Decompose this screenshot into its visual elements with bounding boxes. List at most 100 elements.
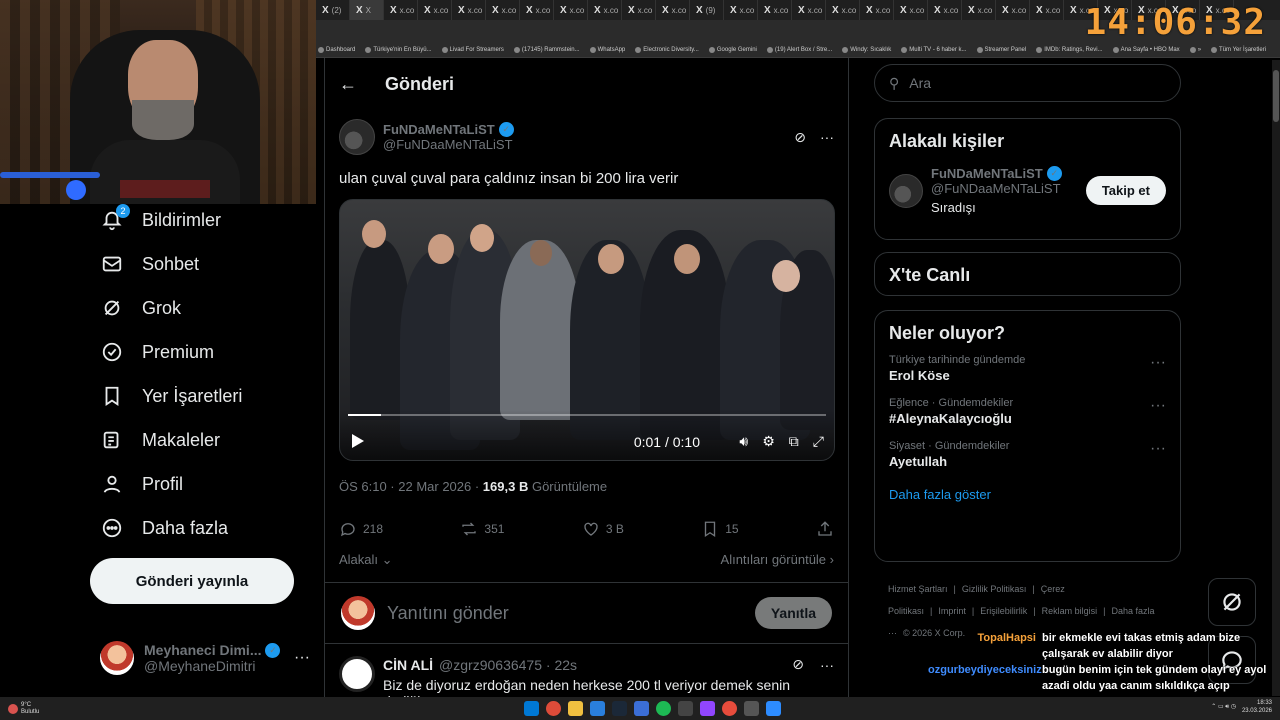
start-icon[interactable] bbox=[524, 701, 539, 716]
nav-bookmarks[interactable]: Yer İşaretleri bbox=[100, 384, 242, 408]
browser-tab[interactable]: Xx.co bbox=[724, 0, 758, 20]
browser-tab[interactable]: Xx.co bbox=[1030, 0, 1064, 20]
nav-notifications[interactable]: 2 Bildirimler bbox=[100, 204, 221, 232]
app-icon[interactable] bbox=[744, 701, 759, 716]
browser-tab[interactable]: Xx.co bbox=[928, 0, 962, 20]
app-icon[interactable] bbox=[678, 701, 693, 716]
app-icon[interactable] bbox=[766, 701, 781, 716]
related-dropdown[interactable]: Alakalı ⌄ bbox=[339, 552, 393, 568]
author-name[interactable]: FuNDaMeNTaLiST bbox=[383, 122, 495, 137]
follow-button[interactable]: Takip et bbox=[1085, 176, 1166, 205]
bookmark-item[interactable]: Streamer Panel bbox=[976, 46, 1026, 53]
bookmark-item[interactable]: Multi TV - 6 haber k... bbox=[901, 46, 967, 53]
app-icon[interactable] bbox=[590, 701, 605, 716]
footer-link[interactable]: Hizmet Şartları bbox=[888, 584, 948, 594]
play-icon[interactable] bbox=[352, 434, 364, 448]
page-scrollbar[interactable] bbox=[1272, 60, 1280, 696]
browser-tab[interactable]: Xx.co bbox=[588, 0, 622, 20]
grok-fab-button[interactable] bbox=[1208, 578, 1256, 626]
tray-date[interactable]: 23.03.2026 bbox=[1242, 708, 1272, 714]
reply-tweet[interactable]: CİN ALİ @zgrz90636475 · 22s ⊘ ··· Biz de… bbox=[325, 644, 848, 698]
post-button[interactable]: Gönderi yayınla bbox=[90, 558, 294, 604]
app-icon[interactable] bbox=[722, 701, 737, 716]
like-button[interactable]: 3 B bbox=[582, 520, 624, 538]
footer-link[interactable]: Erişilebilirlik bbox=[980, 606, 1027, 616]
author-handle[interactable]: @FuNDaaMeNTaLiST bbox=[383, 137, 514, 152]
browser-tab[interactable]: Xx.co bbox=[622, 0, 656, 20]
avatar[interactable] bbox=[339, 119, 375, 155]
nav-premium[interactable]: Premium bbox=[100, 340, 214, 364]
bookmark-button[interactable]: 15 bbox=[701, 520, 739, 538]
bookmark-item[interactable]: Ana Sayfa • HBO Max bbox=[1112, 46, 1180, 53]
bookmark-item[interactable]: IMDb: Ratings, Revi... bbox=[1036, 46, 1103, 53]
bookmark-item[interactable]: Windy: Sıcaklık bbox=[842, 46, 891, 53]
bookmark-item[interactable]: WhatsApp bbox=[589, 46, 625, 53]
browser-tab[interactable]: Xx.co bbox=[894, 0, 928, 20]
twitch-icon[interactable] bbox=[700, 701, 715, 716]
person-name[interactable]: FuNDaMeNTaLiST bbox=[931, 166, 1043, 181]
browser-tab[interactable]: Xx.co bbox=[656, 0, 690, 20]
footer-link[interactable]: Reklam bilgisi bbox=[1042, 606, 1098, 616]
bookmark-item[interactable]: Google Gemini bbox=[708, 46, 757, 53]
browser-tab[interactable]: Xx.co bbox=[452, 0, 486, 20]
browser-tab[interactable]: Xx.co bbox=[758, 0, 792, 20]
tray-icons[interactable]: ⌃ ▭ 🔊︎ ◷ bbox=[1211, 703, 1236, 711]
person-handle[interactable]: @FuNDaaMeNTaLiST bbox=[931, 181, 1062, 196]
account-switcher[interactable]: Meyhaneci Dimi... ✓ @MeyhaneDimitri ··· bbox=[100, 636, 310, 680]
nav-chat[interactable]: Sohbet bbox=[100, 252, 199, 276]
reply-input[interactable]: Yanıtını gönder bbox=[387, 603, 509, 624]
chrome-icon[interactable] bbox=[546, 701, 561, 716]
video-progress-bar[interactable] bbox=[348, 414, 826, 416]
browser-tab[interactable]: Xx.co bbox=[554, 0, 588, 20]
bookmark-item[interactable]: Dashboard bbox=[318, 46, 355, 53]
view-quotes-link[interactable]: Alıntıları görüntüle › bbox=[721, 552, 834, 568]
repost-button[interactable]: 351 bbox=[460, 520, 504, 538]
nav-more[interactable]: Daha fazla bbox=[100, 516, 228, 540]
more-dots-icon[interactable]: ··· bbox=[1150, 354, 1166, 372]
bookmark-item[interactable]: (17145) Rammstein... bbox=[513, 46, 580, 53]
trend-item[interactable]: Siyaset · Gündemdekiler Ayetullah ··· bbox=[875, 430, 1180, 473]
bookmark-item[interactable]: Türkiye'nin En Büyü... bbox=[365, 46, 432, 53]
browser-tab[interactable]: Xx.co bbox=[860, 0, 894, 20]
pip-icon[interactable]: ⧉ bbox=[789, 433, 799, 450]
reply-button[interactable]: 218 bbox=[339, 520, 383, 538]
reply-submit-button[interactable]: Yanıtla bbox=[754, 597, 832, 629]
related-person[interactable]: FuNDaMeNTaLiST ✓ @FuNDaaMeNTaLiST Sıradış… bbox=[875, 152, 1180, 229]
browser-tab[interactable]: Xx.co bbox=[384, 0, 418, 20]
grok-icon[interactable]: ⊘ bbox=[794, 129, 806, 146]
bookmark-item[interactable]: Tüm Yer İşaretleri bbox=[1211, 46, 1266, 53]
nav-articles[interactable]: Makaleler bbox=[100, 428, 220, 452]
nav-grok[interactable]: Grok bbox=[100, 296, 181, 320]
browser-tab[interactable]: X (9) bbox=[690, 0, 724, 20]
more-dots-icon[interactable]: ··· bbox=[820, 657, 834, 673]
more-dots-icon[interactable]: ··· bbox=[1150, 397, 1166, 415]
folder-icon[interactable] bbox=[568, 701, 583, 716]
bookmark-item[interactable]: (19) Alert Box / Stre... bbox=[766, 46, 832, 53]
weather-widget[interactable]: 9°C Bulutlu bbox=[0, 702, 39, 716]
tweet-timestamp[interactable]: ÖS 6:10 · 22 Mar 2026 · bbox=[339, 479, 483, 494]
spotify-icon[interactable] bbox=[656, 701, 671, 716]
tray-time[interactable]: 18:33 bbox=[1257, 700, 1272, 706]
trend-item[interactable]: Eğlence · Gündemdekiler #AleynaKalaycıoğ… bbox=[875, 387, 1180, 430]
browser-tab[interactable]: Xx.co bbox=[996, 0, 1030, 20]
settings-gear-icon[interactable]: ⚙ bbox=[762, 433, 775, 450]
browser-tab[interactable]: Xx.co bbox=[486, 0, 520, 20]
browser-tab[interactable]: Xx.co bbox=[792, 0, 826, 20]
live-card[interactable]: X'te Canlı bbox=[874, 252, 1181, 296]
footer-link[interactable]: Gizlilik Politikası bbox=[962, 584, 1027, 594]
browser-tab[interactable]: Xx.co bbox=[418, 0, 452, 20]
back-arrow-icon[interactable]: ← bbox=[339, 74, 357, 95]
trend-item[interactable]: Türkiye tarihinde gündemde Erol Köse ··· bbox=[875, 344, 1180, 387]
more-dots-icon[interactable]: ··· bbox=[1150, 440, 1166, 458]
reply-author-handle[interactable]: @zgrz90636475 · 22s bbox=[439, 657, 577, 673]
search-input[interactable]: ⚲ Ara bbox=[874, 64, 1181, 102]
more-dots-icon[interactable]: ··· bbox=[294, 649, 310, 667]
volume-icon[interactable]: 🔊︎ bbox=[739, 433, 748, 450]
browser-tab[interactable]: X (2) bbox=[316, 0, 350, 20]
browser-tab[interactable]: XX bbox=[350, 0, 384, 20]
avatar[interactable] bbox=[339, 656, 375, 692]
reply-author-name[interactable]: CİN ALİ bbox=[383, 657, 433, 673]
browser-tab[interactable]: Xx.co bbox=[826, 0, 860, 20]
bookmark-item[interactable]: Electronic Diversity... bbox=[635, 46, 699, 53]
share-button[interactable] bbox=[816, 520, 834, 538]
